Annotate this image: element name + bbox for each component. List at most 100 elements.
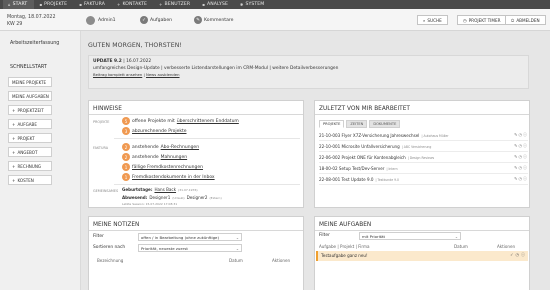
power-icon: ⏻ xyxy=(511,17,515,23)
tasks-col-actions: Aktionen xyxy=(497,244,516,249)
check-icon: ✓ xyxy=(140,16,148,24)
quickstart-offer[interactable]: + ANGEBOT xyxy=(8,147,52,157)
tab-projects[interactable]: PROJEKTE xyxy=(319,120,345,128)
info-icon[interactable]: ⓘ xyxy=(523,165,527,171)
search-button-label: SUCHE xyxy=(427,17,442,23)
quickstart-task[interactable]: + AUFGABE xyxy=(8,119,52,129)
edit-icon[interactable]: ✎ xyxy=(514,154,517,160)
plus-icon: + xyxy=(12,163,16,169)
nav-system[interactable]: ✱ SYSTEM xyxy=(235,0,271,9)
hint-link[interactable]: abzurechnende Projekte xyxy=(132,129,187,134)
hint-reminders[interactable]: 2 anstehende Mahnungen xyxy=(122,153,187,161)
nav-faktura[interactable]: ▪ FAKTURA xyxy=(74,0,112,9)
hint-link[interactable]: Abo-Rechnungen xyxy=(161,145,199,150)
tasks-filter-select[interactable]: mit Priorität ⌄ xyxy=(359,232,461,240)
hint-due-external-invoices[interactable]: 1 fällige Fremdkostenrechnungen xyxy=(122,163,203,171)
tasks-shortcut[interactable]: ✓ Aufgaben xyxy=(140,16,172,24)
clock-icon[interactable]: ◷ xyxy=(519,154,523,160)
quickstart-costs[interactable]: + KOSTEN xyxy=(8,175,52,185)
update-read-more-link[interactable]: Beitrag komplett ansehen xyxy=(93,72,142,77)
table-row[interactable]: 18-00-02 Setup Test/Dev-Server | Intern ✎… xyxy=(319,164,528,174)
users-icon: + xyxy=(159,2,163,7)
info-icon[interactable]: ⓘ xyxy=(523,132,527,138)
sidebar-link-timesheet[interactable]: Arbeitszeiterfassung xyxy=(10,41,59,46)
update-link-separator: | xyxy=(143,72,145,78)
calendar-week: KW 29 xyxy=(7,22,23,27)
hint-overdue-projects[interactable]: 5 offene Projekte mit überschrittenem En… xyxy=(122,117,239,125)
my-tasks-title: MEINE AUFGABEN xyxy=(315,217,529,231)
hint-text: offene Projekte mit xyxy=(132,118,175,124)
hint-billable-projects[interactable]: 3 abzurechnende Projekte xyxy=(122,127,187,135)
clock-icon[interactable]: ◷ xyxy=(519,176,523,182)
comment-icon: ✎ xyxy=(194,16,202,24)
row-project-title: 22-06-002 Projekt ONE für Kontenabgleich xyxy=(319,155,406,160)
quickstart-project-time[interactable]: + PROJEKTZEIT xyxy=(8,105,52,115)
hint-link[interactable]: Mahnungen xyxy=(161,155,188,160)
birthdays-line: Geburtstage: Hans Back (31.07.1976) xyxy=(122,187,198,192)
hint-link[interactable]: fällige Fremdkostenrechnungen xyxy=(132,165,203,170)
edit-icon[interactable]: ✎ xyxy=(514,165,517,171)
notes-sort-select[interactable]: Priorität, neueste zuerst ⌄ xyxy=(138,244,242,252)
logout-button[interactable]: ⏻ ABMELDEN xyxy=(505,15,546,25)
tab-times[interactable]: ZEITEN xyxy=(346,120,368,128)
info-icon[interactable]: ⓘ xyxy=(521,252,525,258)
hint-inbox-documents[interactable]: 1 Fremdkostendokumente in der Inbox xyxy=(122,173,215,181)
quickstart-invoice[interactable]: + RECHNUNG xyxy=(8,161,52,171)
table-row[interactable]: 22-10-001 Microsite Unfallversicherung | … xyxy=(319,142,528,152)
project-timer-label: PROJEKT TIMER xyxy=(468,17,501,23)
nav-analyse[interactable]: ▪ ANALYSE xyxy=(197,0,235,9)
project-timer-button[interactable]: ◷ PROJEKT TIMER xyxy=(457,15,507,25)
quickstart-project-time-label: PROJEKTZEIT xyxy=(17,107,44,113)
avatar xyxy=(86,16,95,25)
edit-icon[interactable]: ✎ xyxy=(514,176,517,182)
hints-panel: HINWEISE PROJEKTE 5 offene Projekte mit … xyxy=(88,100,304,208)
table-row[interactable]: 21-10-003 Flyer X7Z-Versicherung Jahresw… xyxy=(319,131,528,141)
quickstart-offer-label: ANGEBOT xyxy=(17,149,38,155)
tab-documents[interactable]: DOKUMENTE xyxy=(369,120,401,128)
clock-icon[interactable]: ◷ xyxy=(519,143,523,149)
my-notes-panel: MEINE NOTIZEN Filter offen / in Bearbeit… xyxy=(88,216,304,290)
plus-icon: + xyxy=(12,149,16,155)
info-icon[interactable]: ⓘ xyxy=(523,154,527,160)
notes-filter-select[interactable]: offen / in Bearbeitung (ohne zukünftige)… xyxy=(138,233,242,241)
quickstart-invoice-label: RECHNUNG xyxy=(17,163,42,169)
clock-icon[interactable]: ◷ xyxy=(519,132,523,138)
clock-icon[interactable]: ◷ xyxy=(516,252,520,258)
row-client: | Intern xyxy=(386,166,398,171)
edit-icon[interactable]: ✎ xyxy=(514,143,517,149)
hint-subscription-invoices[interactable]: 2 anstehende Abo-Rechnungen xyxy=(122,143,199,151)
nav-kontakte[interactable]: + KONTAKTE xyxy=(112,0,154,9)
chevron-down-icon: ⌄ xyxy=(454,234,458,239)
search-button[interactable]: ⌕ SUCHE xyxy=(417,15,448,25)
check-icon[interactable]: ✓ xyxy=(510,252,513,258)
quickstart-my-projects[interactable]: MEINE PROJEKTE xyxy=(8,77,52,87)
clock-icon[interactable]: ◷ xyxy=(519,165,523,171)
table-row[interactable]: Testaufgabe ganz neu! ✓ ◷ ⓘ xyxy=(316,251,528,261)
nav-start[interactable]: ⌂ START xyxy=(3,0,35,9)
hint-count-badge: 2 xyxy=(122,153,130,161)
absent-person: Designer1 xyxy=(149,195,171,200)
info-icon[interactable]: ⓘ xyxy=(523,143,527,149)
row-project-title: 18-00-02 Setup Test/Dev-Server xyxy=(319,166,385,171)
header-bar: Montag, 18.07.2022 KW 29 Admin1 ✓ Aufgab… xyxy=(0,9,550,31)
quickstart-project[interactable]: + PROJEKT xyxy=(8,133,52,143)
nav-projekte[interactable]: ▪ PROJEKTE xyxy=(34,0,74,9)
table-row[interactable]: 22-08-001 Test Update 9.0 | Testkunde 9.0… xyxy=(319,175,528,185)
date-display: Montag, 18.07.2022 KW 29 xyxy=(7,14,56,28)
hints-title: HINWEISE xyxy=(89,101,303,115)
birthday-person-link[interactable]: Hans Back xyxy=(154,187,176,192)
row-project-title: 22-08-001 Test Update 9.0 xyxy=(319,177,374,182)
nav-benutzer[interactable]: + BENUTZER xyxy=(154,0,197,9)
nav-system-label: SYSTEM xyxy=(245,2,265,7)
hint-link[interactable]: Fremdkostendokumente in der Inbox xyxy=(132,175,215,180)
update-hide-link[interactable]: News ausblenden xyxy=(146,72,180,77)
row-client: | Autohaus Müller xyxy=(421,133,449,138)
edit-icon[interactable]: ✎ xyxy=(514,132,517,138)
comments-shortcut[interactable]: ✎ Kommentare xyxy=(194,16,234,24)
table-row[interactable]: 22-06-002 Projekt ONE für Kontenabgleich… xyxy=(319,153,528,163)
user-menu[interactable]: Admin1 xyxy=(86,16,116,25)
divider xyxy=(114,138,300,139)
info-icon[interactable]: ⓘ xyxy=(523,176,527,182)
quickstart-my-tasks[interactable]: MEINE AUFGABEN xyxy=(8,91,52,101)
hint-link[interactable]: überschrittenem Enddatum xyxy=(177,119,239,124)
